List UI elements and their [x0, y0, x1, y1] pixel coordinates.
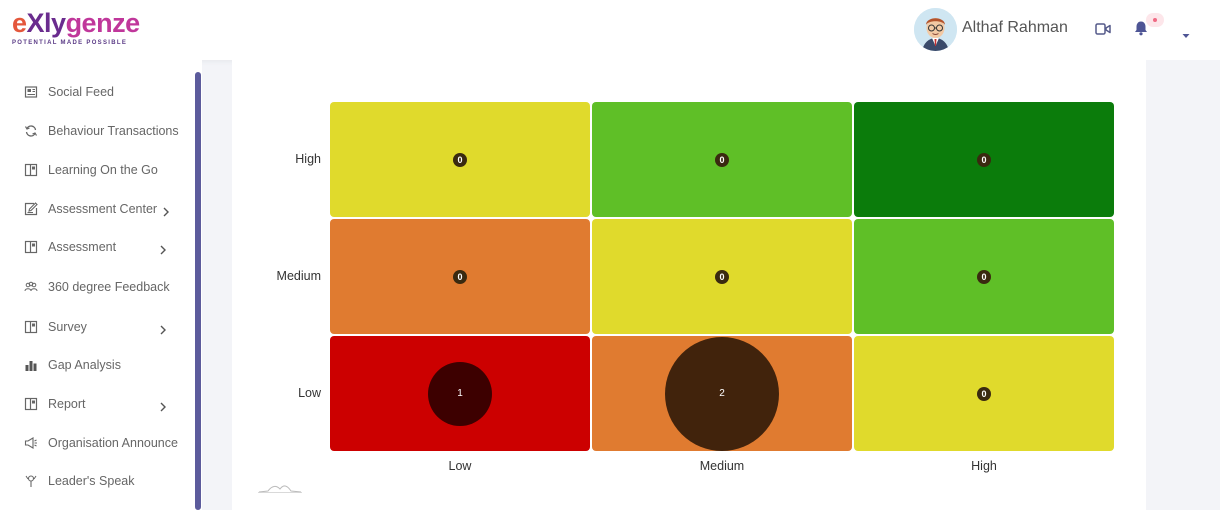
sparkline-icon	[258, 480, 302, 493]
page-gutter	[1146, 60, 1220, 510]
sidebar-item-organisation-announce[interactable]: Organisation Announce	[24, 433, 194, 453]
people-icon	[24, 280, 38, 294]
sidebar-item-label: Learning On the Go	[48, 163, 158, 177]
newspaper-icon	[24, 85, 38, 99]
heatmap-bubble-high-low[interactable]: 0	[453, 152, 467, 167]
sidebar-item-label: Survey	[48, 320, 87, 334]
refresh-icon	[24, 124, 38, 138]
bar-chart-icon	[24, 358, 38, 372]
sidebar-item-label: Report	[48, 397, 86, 411]
heatmap-bubble-medium-low[interactable]: 0	[453, 269, 467, 284]
chevron-right-icon	[162, 204, 170, 217]
sidebar-item-label: Social Feed	[48, 85, 115, 99]
caret-down-icon[interactable]	[1182, 26, 1190, 38]
sidebar-item-behaviour-transactions[interactable]: Behaviour Transactions	[24, 121, 194, 141]
heatmap-bubble-high-medium[interactable]: 0	[715, 152, 729, 167]
book-icon	[24, 163, 38, 177]
logo-tagline: POTENTIAL MADE POSSIBLE	[12, 40, 128, 46]
sidebar-item-assessment-center[interactable]: Assessment Center	[24, 199, 194, 219]
x-tick-label-medium: Medium	[699, 459, 745, 473]
brand-logo[interactable]: eXlygenze POTENTIAL MADE POSSIBLE	[12, 8, 152, 52]
x-tick-label-high: High	[971, 459, 997, 473]
chevron-right-icon	[159, 399, 167, 412]
chevron-right-icon	[159, 322, 167, 335]
sidebar-item-leaders-speak[interactable]: Leader's Speak	[24, 471, 194, 491]
edit-icon	[24, 202, 38, 216]
sidebar-item-label: Behaviour Transactions	[48, 124, 179, 138]
sidebar-item-label: Assessment	[48, 240, 117, 254]
avatar[interactable]	[914, 8, 957, 51]
heatmap-bubble-low-low[interactable]: 1	[428, 361, 492, 426]
sidebar-scrollbar[interactable]	[195, 72, 201, 510]
sidebar-item-social-feed[interactable]: Social Feed	[24, 82, 194, 102]
heatmap-bubble-low-high[interactable]: 0	[977, 386, 991, 401]
top-header: eXlygenze POTENTIAL MADE POSSIBLE Althaf…	[0, 0, 1220, 60]
video-icon[interactable]	[1095, 22, 1111, 36]
sidebar-item-label: 360 degree Feedback	[48, 280, 170, 294]
sidebar-item-label: Assessment Center	[48, 202, 158, 216]
sidebar-item-learning-on-the-go[interactable]: Learning On the Go	[24, 160, 194, 180]
chevron-right-icon	[159, 242, 167, 255]
sidebar-item-gap-analysis[interactable]: Gap Analysis	[24, 355, 194, 375]
sidebar-item-label: Leader's Speak	[48, 474, 135, 488]
sidebar-item-report[interactable]: Report	[24, 394, 194, 414]
speaker-icon	[24, 474, 38, 488]
x-tick-label-low: Low	[448, 459, 472, 473]
sidebar-item-label: Gap Analysis	[48, 358, 121, 372]
notification-badge[interactable]	[1146, 13, 1164, 27]
sidebar-item-label: Organisation Announce	[48, 436, 178, 450]
sidebar-item-survey[interactable]: Survey	[24, 317, 194, 337]
heatmap-bubble-high-high[interactable]: 0	[977, 152, 991, 167]
megaphone-icon	[24, 436, 38, 450]
heatmap-bubble-medium-high[interactable]: 0	[977, 269, 991, 284]
heatmap-bubble-low-medium[interactable]: 2	[665, 336, 779, 451]
book-icon	[24, 320, 38, 334]
book-icon	[24, 397, 38, 411]
sidebar-item-assessment[interactable]: Assessment	[24, 237, 194, 257]
book-icon	[24, 240, 38, 254]
logo-wordmark: eXlygenze	[12, 8, 140, 38]
user-name[interactable]: Althaf Rahman	[962, 19, 1068, 37]
heatmap-bubble-medium-medium[interactable]: 0	[715, 269, 729, 284]
sidebar-item-360-degree-feedback[interactable]: 360 degree Feedback	[24, 277, 194, 297]
y-tick-label-low: Low	[298, 385, 321, 400]
y-tick-label-medium: Medium	[276, 268, 321, 283]
y-tick-label-high: High	[295, 151, 321, 166]
